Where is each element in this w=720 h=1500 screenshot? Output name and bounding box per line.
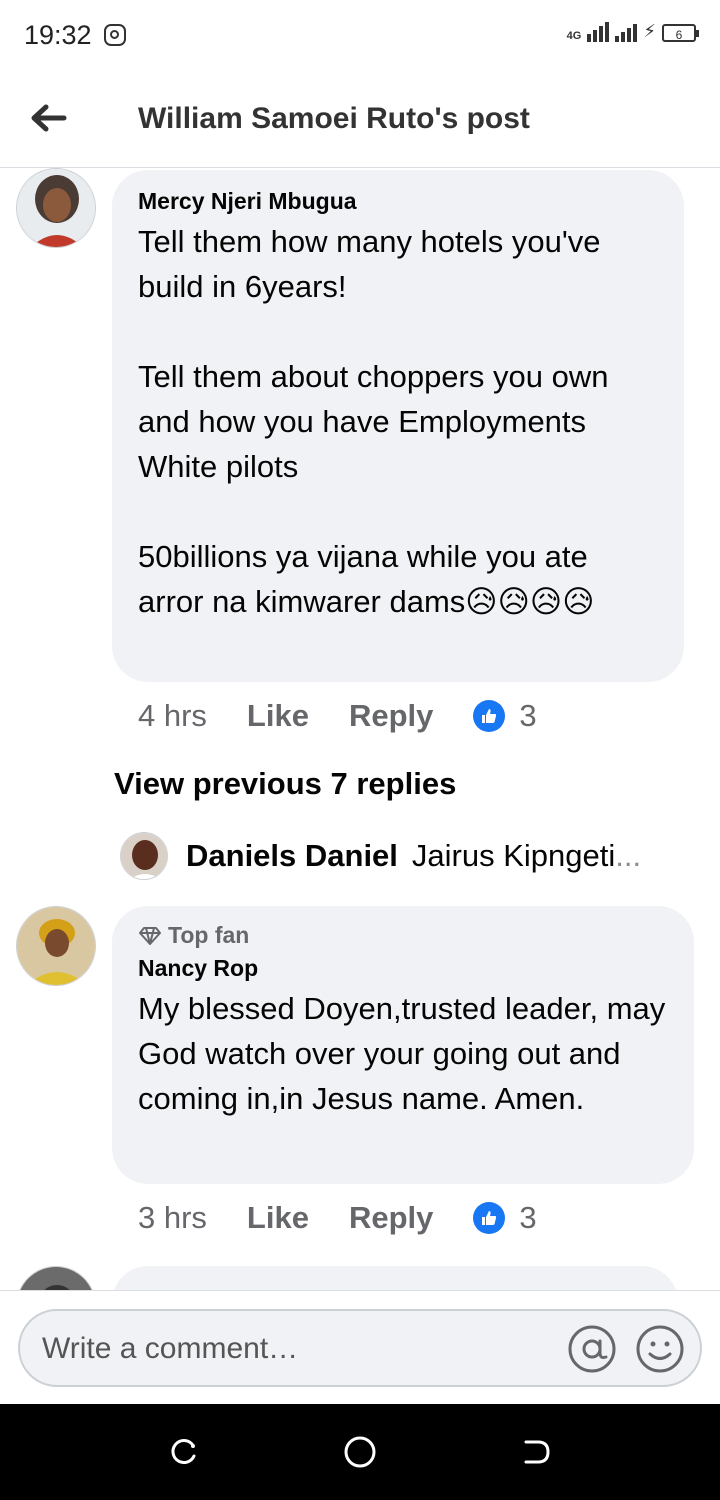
- home-icon[interactable]: [342, 1434, 378, 1470]
- comment-timestamp[interactable]: 3 hrs: [138, 1200, 207, 1236]
- reply-button[interactable]: Reply: [349, 1200, 433, 1236]
- reply-button[interactable]: Reply: [349, 698, 433, 734]
- status-bar: 19:32 4G ⚡ 6: [0, 0, 720, 72]
- avatar[interactable]: [16, 906, 96, 986]
- post-header: William Samoei Ruto's post: [0, 72, 720, 168]
- like-button[interactable]: Like: [247, 1200, 309, 1236]
- reply-ellipsis: ...: [615, 838, 642, 873]
- comment-actions: 3 hrs Like Reply 3: [138, 1200, 537, 1236]
- instagram-notification-icon: [104, 24, 126, 46]
- top-fan-badge: Top fan: [138, 922, 668, 949]
- status-indicators: 4G ⚡ 6: [566, 20, 699, 42]
- charging-icon: ⚡: [643, 21, 656, 41]
- signal-icon: [587, 20, 610, 42]
- comment-author[interactable]: Nancy Rop: [138, 955, 668, 982]
- page-title: William Samoei Ruto's post: [138, 102, 530, 135]
- comment-text: Tell them how many hotels you've build i…: [138, 224, 609, 619]
- comment-text: My blessed Doyen,trusted leader, may God…: [138, 991, 666, 1116]
- thumbs-up-reaction-icon[interactable]: [473, 1202, 506, 1234]
- comments-feed[interactable]: Mercy Njeri Mbugua Tell them how many ho…: [0, 168, 720, 1290]
- thumbs-up-reaction-icon[interactable]: [473, 700, 506, 732]
- back-arrow-icon[interactable]: [26, 96, 70, 140]
- network-type-label: 4G: [566, 30, 582, 42]
- reply-preview[interactable]: Daniels Daniel Jairus Kipngeti...: [120, 832, 641, 880]
- comment-bubble-partial: [112, 1266, 678, 1290]
- comment-input[interactable]: [40, 1325, 544, 1373]
- like-button[interactable]: Like: [247, 698, 309, 734]
- comment-bubble: Mercy Njeri Mbugua Tell them how many ho…: [112, 170, 684, 682]
- signal-icon-2: [615, 20, 638, 42]
- comment-timestamp[interactable]: 4 hrs: [138, 698, 207, 734]
- top-fan-label: Top fan: [168, 922, 250, 948]
- reaction-count[interactable]: 3: [519, 698, 536, 734]
- comment-composer[interactable]: [18, 1309, 702, 1387]
- avatar[interactable]: [120, 832, 168, 880]
- status-time: 19:32: [24, 20, 92, 50]
- system-navigation-bar: [0, 1404, 720, 1500]
- comment-author[interactable]: Mercy Njeri Mbugua: [138, 188, 658, 215]
- comment-actions: 4 hrs Like Reply 3: [138, 698, 537, 734]
- back-nav-icon[interactable]: [518, 1434, 554, 1470]
- comment-bubble: Top fan Nancy Rop My blessed Doyen,trust…: [112, 906, 694, 1184]
- reply-snippet: Jairus Kipngeti: [411, 838, 616, 873]
- diamond-icon: [139, 926, 161, 945]
- avatar[interactable]: [16, 1266, 96, 1290]
- recent-apps-icon[interactable]: [166, 1434, 202, 1470]
- view-previous-replies-link[interactable]: View previous 7 replies: [114, 766, 456, 802]
- battery-icon: 6: [662, 24, 699, 42]
- avatar[interactable]: [16, 168, 96, 248]
- comment-composer-bar: [0, 1290, 720, 1404]
- mention-at-icon[interactable]: [566, 1323, 618, 1375]
- emoji-icon[interactable]: [634, 1323, 686, 1375]
- reply-author[interactable]: Daniels Daniel: [186, 838, 398, 874]
- reaction-count[interactable]: 3: [519, 1200, 536, 1236]
